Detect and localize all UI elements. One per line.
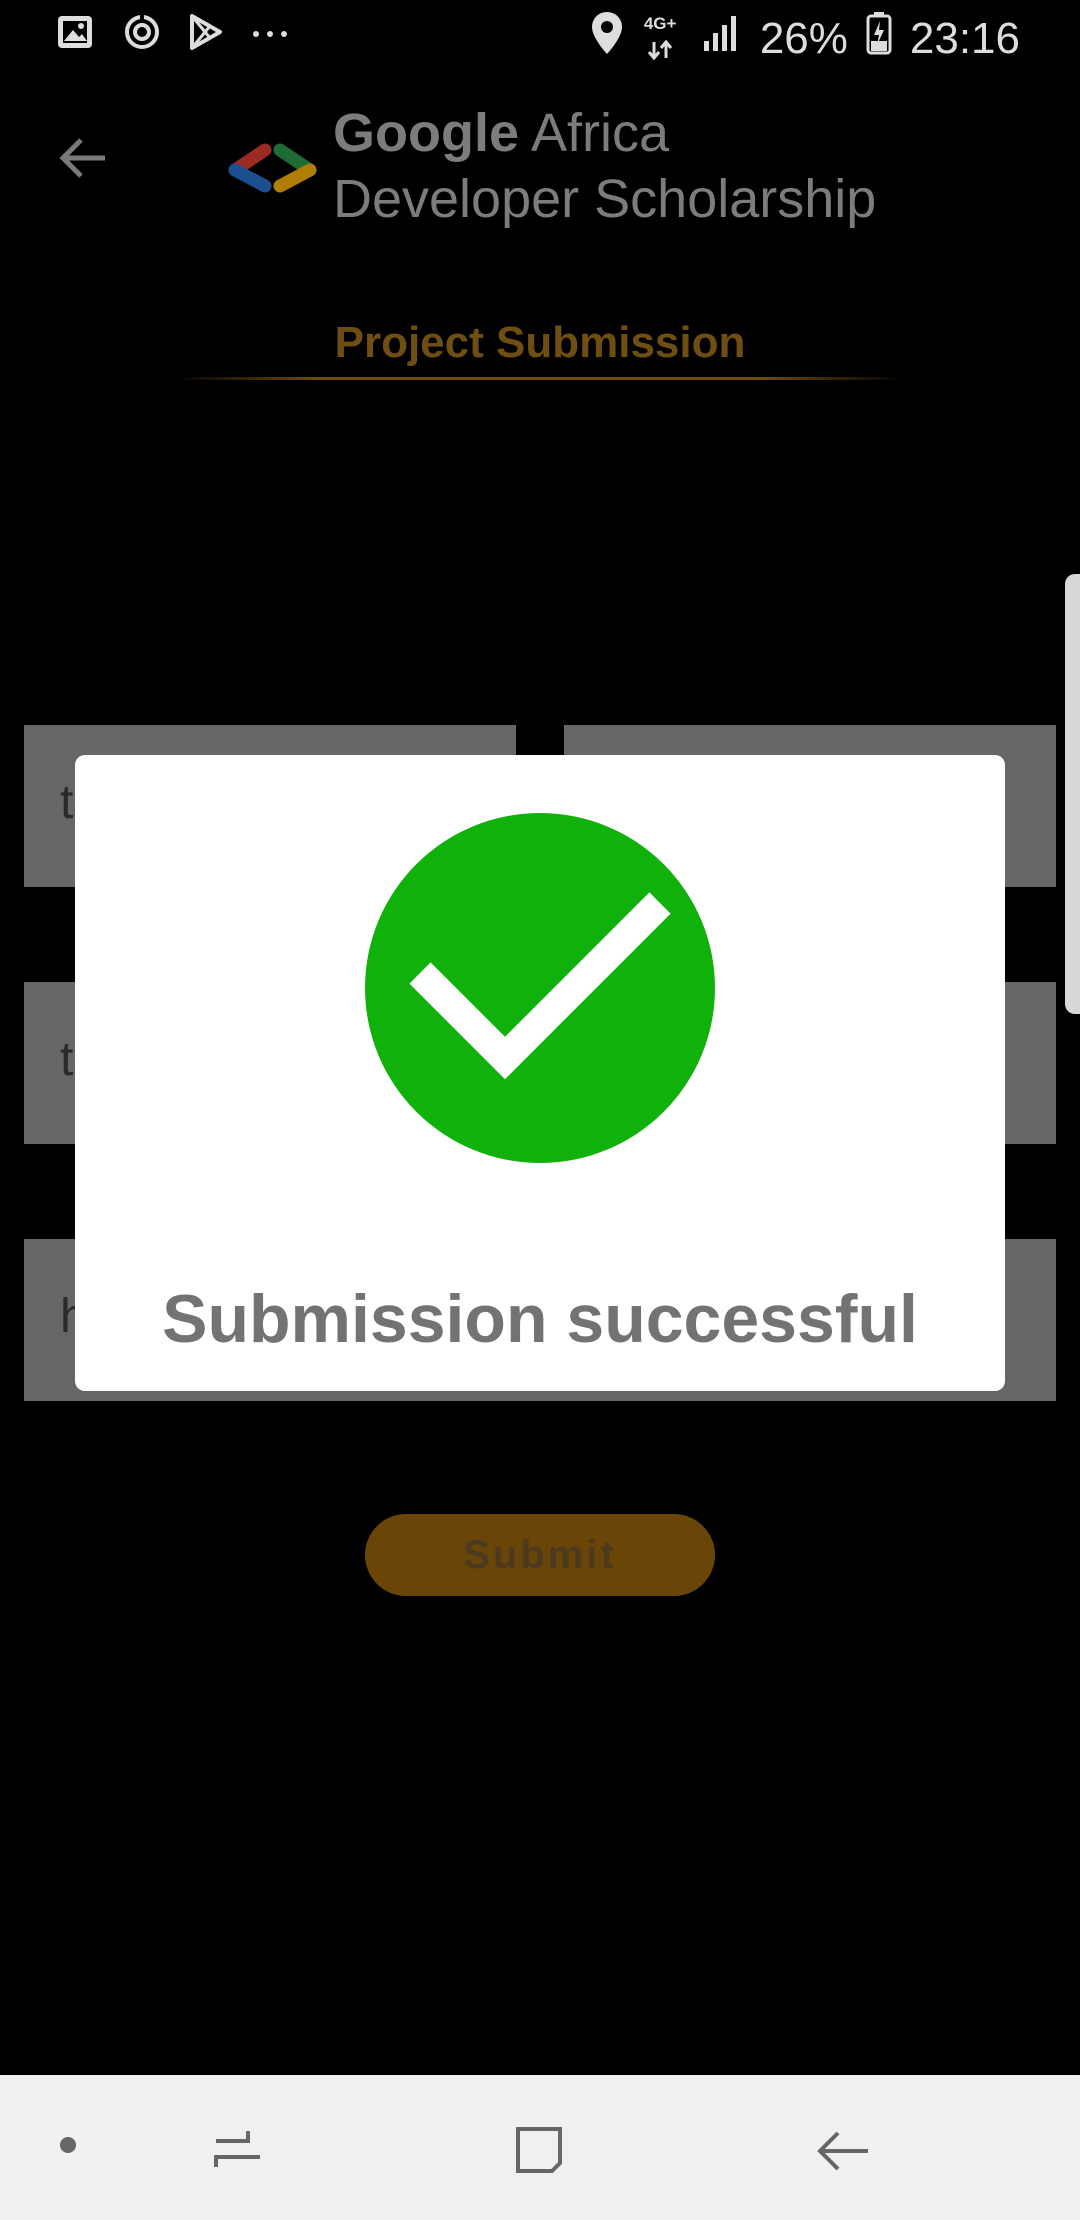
logo-text: Google Africa Developer Scholarship [333,100,876,232]
page-title: Project Submission [334,318,746,367]
dialog-message: Submission successful [162,1281,918,1357]
more-dots-icon [250,12,294,57]
sync-icon [122,12,162,57]
back-button[interactable] [55,130,111,191]
title-underline [176,377,904,380]
play-store-icon [188,12,224,57]
logo-brand: Google [333,103,519,163]
home-icon[interactable] [512,2123,568,2184]
clock: 23:16 [909,13,1020,63]
first-name-value: t [60,776,74,829]
nav-bar [0,2075,1080,2220]
battery-icon [866,11,892,66]
edge-panel-handle[interactable] [1065,574,1080,1014]
submit-button[interactable]: Submit [365,1514,715,1596]
app-bar: Google Africa Developer Scholarship [0,90,1080,240]
logo-region: Africa [519,103,670,163]
signal-icon [702,13,742,64]
gads-logo [215,98,330,203]
recent-apps-icon[interactable] [210,2123,266,2184]
logo-program: Developer Scholarship [333,169,877,229]
status-bar: 4G+ 26% 23:16 [0,0,1080,72]
back-icon[interactable] [814,2123,870,2184]
arrow-left-icon [55,138,111,190]
dot-icon[interactable] [58,2135,78,2160]
gallery-icon [56,12,96,57]
check-circle-icon [365,813,715,1168]
success-dialog: Submission successful [75,755,1005,1391]
email-value: t [60,1033,74,1086]
network-arrows-icon: 4G+ [642,14,684,62]
location-icon [590,10,624,67]
battery-percent: 26% [759,13,848,63]
